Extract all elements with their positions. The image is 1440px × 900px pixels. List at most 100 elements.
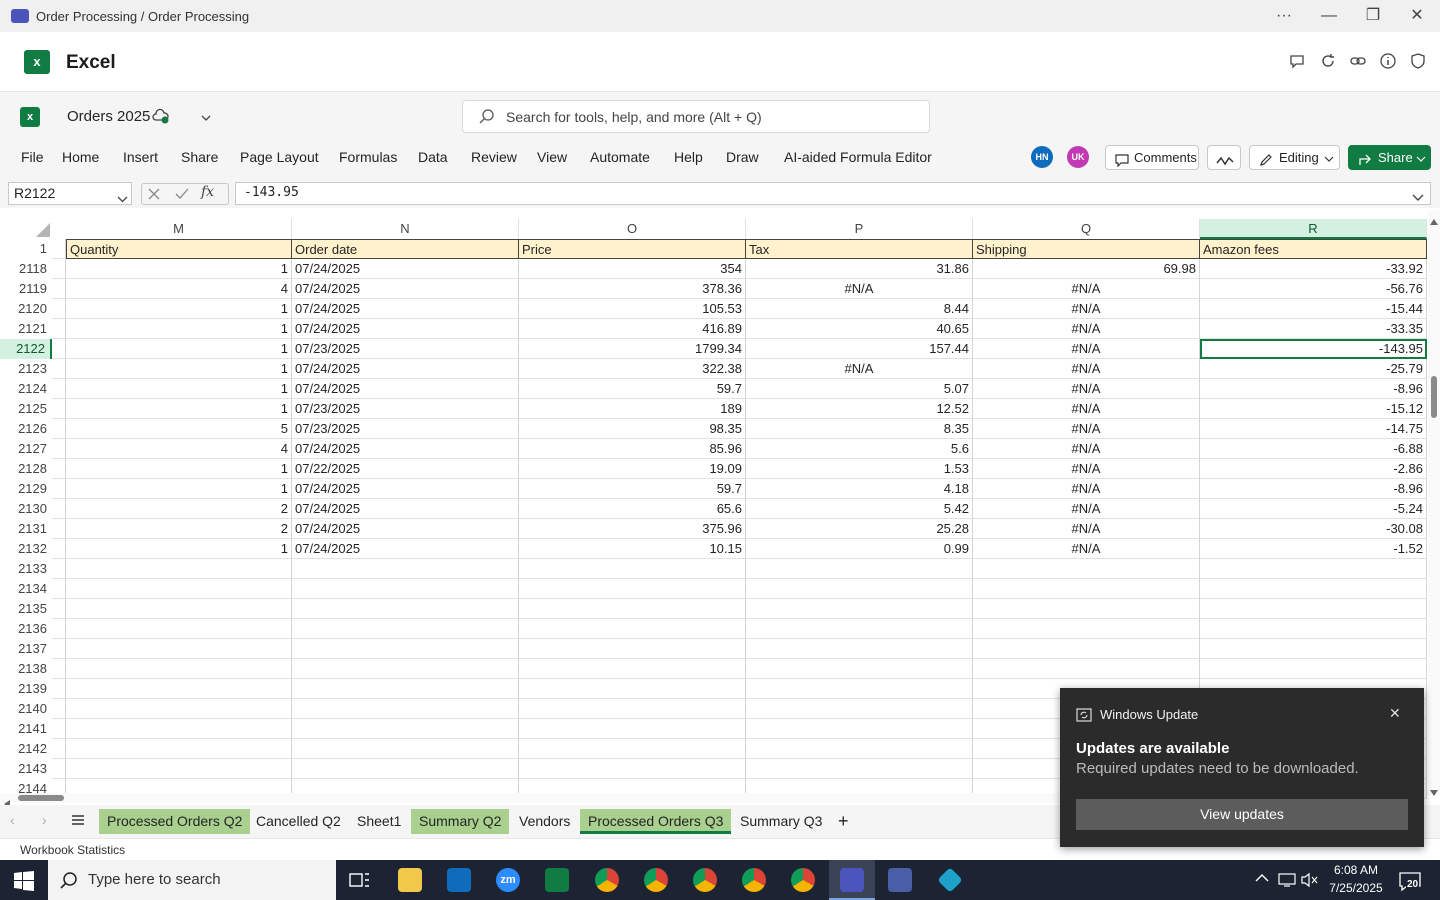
grid-cell[interactable]: -33.92 [1200,259,1427,279]
zoom-icon[interactable]: zm [496,868,520,892]
grid-cell[interactable]: 1 [66,379,292,399]
grid-cell[interactable] [292,679,519,699]
grid-cell[interactable] [292,699,519,719]
grid-cell[interactable] [1200,579,1427,599]
grid-cell[interactable]: -30.08 [1200,519,1427,539]
grid-cell[interactable] [746,759,973,779]
grid-cell[interactable]: #N/A [973,359,1200,379]
grid-cell[interactable]: 07/24/2025 [292,259,519,279]
column-header-q[interactable]: Q [973,219,1200,239]
vertical-scroll-thumb[interactable] [1431,376,1437,418]
row-number[interactable]: 2140 [0,699,52,719]
teams-taskbar-active[interactable] [829,860,875,900]
grid-cell[interactable]: 1 [66,259,292,279]
activity-button[interactable] [1207,145,1241,170]
grid-cell[interactable]: #N/A [973,279,1200,299]
grid-cell[interactable]: 322.38 [519,359,746,379]
row-number[interactable]: 2127 [0,439,52,459]
clock-date[interactable]: 7/25/2025 [1328,881,1384,895]
grid-cell[interactable] [519,579,746,599]
grid-cell[interactable]: #N/A [973,459,1200,479]
grid-cell[interactable]: 0.99 [746,539,973,559]
grid-cell[interactable] [1200,619,1427,639]
grid-cell[interactable] [1200,639,1427,659]
horizontal-scroll-thumb[interactable] [18,795,64,801]
grid-cell[interactable] [1200,599,1427,619]
grid-cell[interactable]: -5.24 [1200,499,1427,519]
grid-cell[interactable]: 07/24/2025 [292,279,519,299]
cloud-saved-icon[interactable] [152,107,170,128]
document-name[interactable]: Orders 2025 [67,108,150,125]
grid-cell[interactable]: 07/24/2025 [292,379,519,399]
refresh-icon[interactable] [1318,52,1338,72]
grid-cell[interactable]: 1 [66,359,292,379]
grid-cell[interactable] [66,579,292,599]
all-sheets-icon[interactable] [70,813,86,832]
grid-cell[interactable] [66,559,292,579]
grid-cell[interactable]: #N/A [973,539,1200,559]
grid-cell[interactable] [519,599,746,619]
menu-page-layout[interactable]: Page Layout [240,149,319,165]
grid-cell[interactable] [66,659,292,679]
network-icon[interactable] [1278,872,1296,893]
grid-cell[interactable] [973,559,1200,579]
row-number[interactable]: 2119 [0,279,52,299]
grid-cell[interactable] [519,639,746,659]
row-number[interactable]: 2137 [0,639,52,659]
grid-cell[interactable] [519,759,746,779]
column-header-m[interactable]: M [66,219,292,239]
grid-cell[interactable]: -15.44 [1200,299,1427,319]
grid-cell[interactable]: 189 [519,399,746,419]
grid-cell[interactable] [519,659,746,679]
grid-cell[interactable]: 07/23/2025 [292,399,519,419]
menu-automate[interactable]: Automate [590,149,650,165]
grid-cell[interactable]: 59.7 [519,479,746,499]
grid-cell[interactable] [292,739,519,759]
grid-cell[interactable]: -1.52 [1200,539,1427,559]
selected-cell[interactable]: -143.95 [1200,339,1427,359]
chrome-icon[interactable] [742,868,766,892]
toast-close-icon[interactable]: ✕ [1389,705,1401,722]
check-icon[interactable] [174,187,190,206]
menu-view[interactable]: View [537,149,567,165]
grid-cell[interactable]: 2 [66,519,292,539]
grid-cell[interactable]: 59.7 [519,379,746,399]
grid-cell[interactable]: 07/24/2025 [292,439,519,459]
grid-cell[interactable] [66,759,292,779]
row-number[interactable]: 2139 [0,679,52,699]
cancel-icon[interactable] [147,187,161,206]
workbook-statistics[interactable]: Workbook Statistics [20,843,125,857]
horizontal-scrollbar[interactable] [0,793,1060,808]
insert-function-icon[interactable]: fx [201,184,214,200]
row-number[interactable]: 2134 [0,579,52,599]
header-cell[interactable]: Quantity [66,239,292,259]
menu-file[interactable]: File [21,149,44,165]
grid-cell[interactable]: -6.88 [1200,439,1427,459]
row-number[interactable]: 2131 [0,519,52,539]
grid-cell[interactable]: 354 [519,259,746,279]
grid-cell[interactable] [292,559,519,579]
grid-cell[interactable]: 378.36 [519,279,746,299]
grid-cell[interactable] [66,699,292,719]
grid-cell[interactable]: 31.86 [746,259,973,279]
expand-formula-icon[interactable] [1412,189,1424,209]
grid-cell[interactable]: #N/A [973,339,1200,359]
row-number[interactable]: 2135 [0,599,52,619]
grid-cell[interactable]: #N/A [973,419,1200,439]
header-cell[interactable]: Tax [746,239,973,259]
grid-cell[interactable] [519,699,746,719]
row-number[interactable]: 2130 [0,499,52,519]
grid-cell[interactable]: 07/24/2025 [292,299,519,319]
row-number[interactable]: 2118 [0,259,52,279]
grid-cell[interactable]: #N/A [746,359,973,379]
grid-cell[interactable]: 375.96 [519,519,746,539]
row-number[interactable]: 2124 [0,379,52,399]
menu-review[interactable]: Review [471,149,517,165]
grid-cell[interactable] [292,599,519,619]
grid-cell[interactable]: -8.96 [1200,379,1427,399]
scroll-up-icon[interactable] [1430,212,1438,230]
row-number[interactable]: 2121 [0,319,52,339]
grid-cell[interactable]: 105.53 [519,299,746,319]
sheet-tab[interactable]: Cancelled Q2 [248,809,349,834]
restore-button[interactable]: ❐ [1351,0,1395,32]
